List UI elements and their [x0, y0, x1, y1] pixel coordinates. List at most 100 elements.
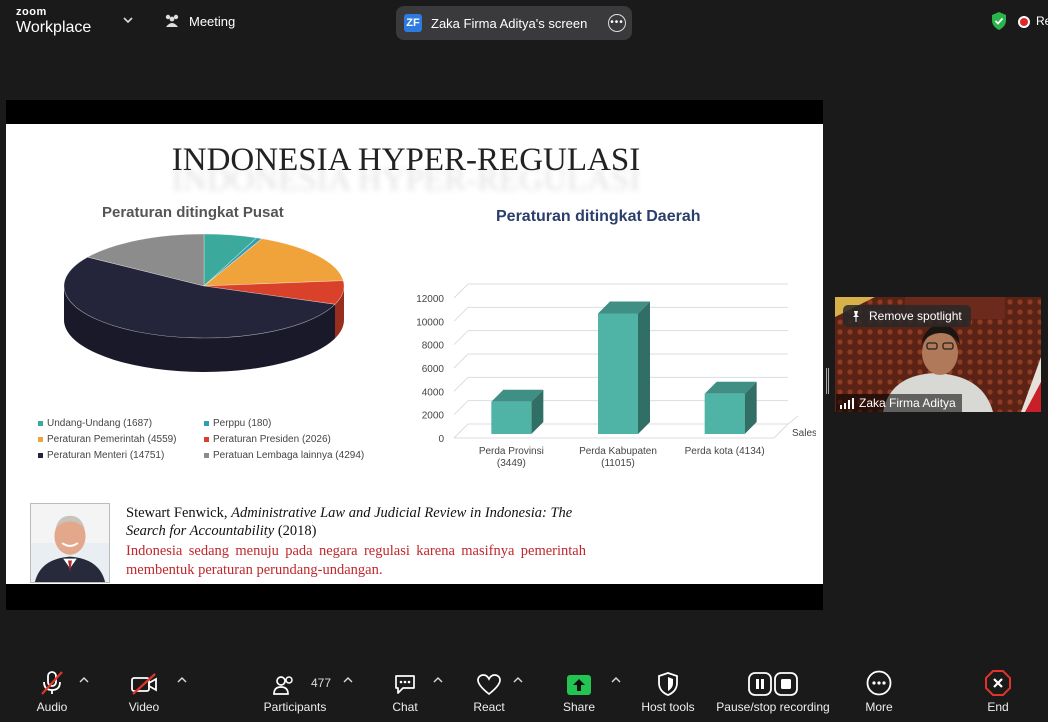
- gridline: [453, 306, 469, 322]
- more-options-icon[interactable]: •••: [608, 14, 626, 32]
- meeting-menu[interactable]: Meeting: [163, 13, 235, 29]
- legend-item: Peraturan Pemerintah (4559): [38, 434, 177, 445]
- sharer-avatar: ZF: [404, 14, 422, 32]
- bar: [598, 313, 638, 434]
- brand-small: zoom: [16, 6, 47, 18]
- gridline: [453, 423, 469, 439]
- gridline: [453, 330, 469, 346]
- participants-count: 477: [311, 676, 332, 690]
- participants-label: Participants: [263, 700, 327, 714]
- author-photo: [30, 503, 110, 583]
- pie-chart: [63, 233, 345, 373]
- more-label: More: [865, 700, 893, 714]
- share-title: Zaka Firma Aditya's screen: [431, 15, 588, 31]
- x-tick-label: (3449): [497, 458, 526, 469]
- react-label: React: [473, 700, 505, 714]
- bar: [491, 401, 532, 434]
- y-tick-label: 12000: [416, 294, 444, 305]
- floor-side-edge: [773, 423, 789, 439]
- participants-options-chevron-icon[interactable]: [343, 676, 353, 684]
- legend-item: Peratuan Lembaga lainnya (4294): [204, 450, 364, 461]
- more-button[interactable]: More: [859, 662, 899, 722]
- legend-label: Peraturan Presiden (2026): [213, 434, 331, 445]
- legend-swatch: [38, 437, 43, 442]
- chevron-down-icon[interactable]: [122, 14, 134, 26]
- x-tick-label: Perda Kabupaten: [579, 446, 657, 457]
- legend-item: Peraturan Menteri (14751): [38, 450, 164, 461]
- chat-options-chevron-icon[interactable]: [433, 676, 443, 684]
- bar-chart: 0 2000 4000 6000 8000 10000 12000 Sales Perda Pr…: [416, 283, 816, 469]
- audio-button[interactable]: Audio: [30, 662, 74, 722]
- legend-item: Undang-Undang (1687): [38, 418, 152, 429]
- bar-chart-title: Peraturan ditingkat Daerah: [496, 208, 701, 225]
- x-tick-label: Perda Provinsi: [479, 446, 544, 457]
- y-tick-label: 0: [438, 434, 444, 445]
- recording-label-toolbar: Pause/stop recording: [716, 700, 830, 714]
- legend-label: Perppu (180): [213, 418, 272, 429]
- legend-swatch: [204, 437, 209, 442]
- zoom-logo[interactable]: zoom Workplace: [16, 7, 91, 36]
- security-shield-icon[interactable]: [990, 11, 1008, 31]
- y-tick-label: 4000: [422, 387, 445, 398]
- y-tick-label: 6000: [422, 364, 445, 375]
- remove-spotlight-button[interactable]: Remove spotlight: [843, 305, 971, 327]
- y-tick-label: 8000: [422, 341, 445, 352]
- screen-share-indicator[interactable]: ZF Zaka Firma Aditya's screen •••: [396, 6, 632, 40]
- video-options-chevron-icon[interactable]: [177, 676, 187, 684]
- meeting-icon: [165, 14, 179, 27]
- legend-label: Peraturan Menteri (14751): [47, 450, 165, 461]
- share-options-chevron-icon[interactable]: [611, 676, 621, 684]
- legend-item: Perppu (180): [204, 418, 271, 429]
- meeting-toolbar: Audio Video Participants 477 Chat React …: [0, 662, 1048, 722]
- citation-author: Stewart Fenwick,: [126, 505, 228, 521]
- citation-year: (2018): [277, 523, 317, 539]
- gridline: [453, 353, 469, 369]
- end-button[interactable]: End: [980, 662, 1016, 722]
- video-label: Video: [128, 700, 160, 714]
- participant-name: Zaka Firma Aditya: [859, 396, 956, 410]
- share-button[interactable]: Share: [559, 662, 599, 722]
- legend-label: Peraturan Pemerintah (4559): [47, 434, 177, 445]
- brand-big: Workplace: [16, 19, 92, 36]
- more-icon: [866, 670, 892, 696]
- recording-button[interactable]: Pause/stop recording: [714, 662, 832, 722]
- participants-button[interactable]: Participants: [262, 662, 328, 722]
- recording-label[interactable]: Re: [1036, 14, 1048, 28]
- host-tools-shield-icon: [658, 672, 678, 696]
- spotlight-label: Remove spotlight: [869, 309, 962, 323]
- y-tick-label: 10000: [416, 317, 444, 328]
- legend-swatch: [204, 453, 209, 458]
- react-options-chevron-icon[interactable]: [513, 676, 523, 684]
- legend-swatch: [38, 421, 43, 426]
- video-camera-off-icon: [131, 673, 157, 695]
- legend-swatch: [204, 421, 209, 426]
- gridline: [453, 400, 469, 416]
- meeting-label: Meeting: [189, 13, 236, 29]
- floor-edge: [787, 415, 799, 425]
- legend-swatch: [38, 453, 43, 458]
- chat-icon: [395, 675, 415, 694]
- presentation-slide: INDONESIA HYPER-REGULASI INDONESIA HYPER…: [6, 124, 823, 584]
- x-tick-label: (11015): [601, 458, 635, 469]
- share-screen-icon: [567, 675, 591, 695]
- citation: Stewart Fenwick, Administrative Law and …: [126, 504, 586, 540]
- host-tools-button[interactable]: Host tools: [638, 662, 698, 722]
- legend-item: Peraturan Presiden (2026): [204, 434, 331, 445]
- audio-label: Audio: [36, 700, 68, 714]
- react-button[interactable]: React: [470, 662, 508, 722]
- pause-stop-recording-icon: [748, 672, 798, 696]
- slide-title: INDONESIA HYPER-REGULASI: [171, 142, 641, 178]
- y-tick-label: 2000: [422, 411, 445, 422]
- chat-label: Chat: [392, 700, 418, 714]
- split-resize-handle[interactable]: [826, 368, 829, 394]
- recording-dot-icon: [1020, 18, 1028, 26]
- video-button[interactable]: Video: [122, 662, 166, 722]
- top-bar: zoom Workplace Meeting ZF Zaka Firma Adi…: [0, 0, 1048, 44]
- host-tools-label: Host tools: [641, 700, 695, 714]
- participants-icon: [273, 676, 293, 695]
- audio-options-chevron-icon[interactable]: [79, 676, 89, 684]
- bar-side: [638, 301, 650, 434]
- x-tick-label: Perda kota (4134): [685, 446, 765, 457]
- chat-button[interactable]: Chat: [386, 662, 424, 722]
- heart-icon: [477, 674, 501, 696]
